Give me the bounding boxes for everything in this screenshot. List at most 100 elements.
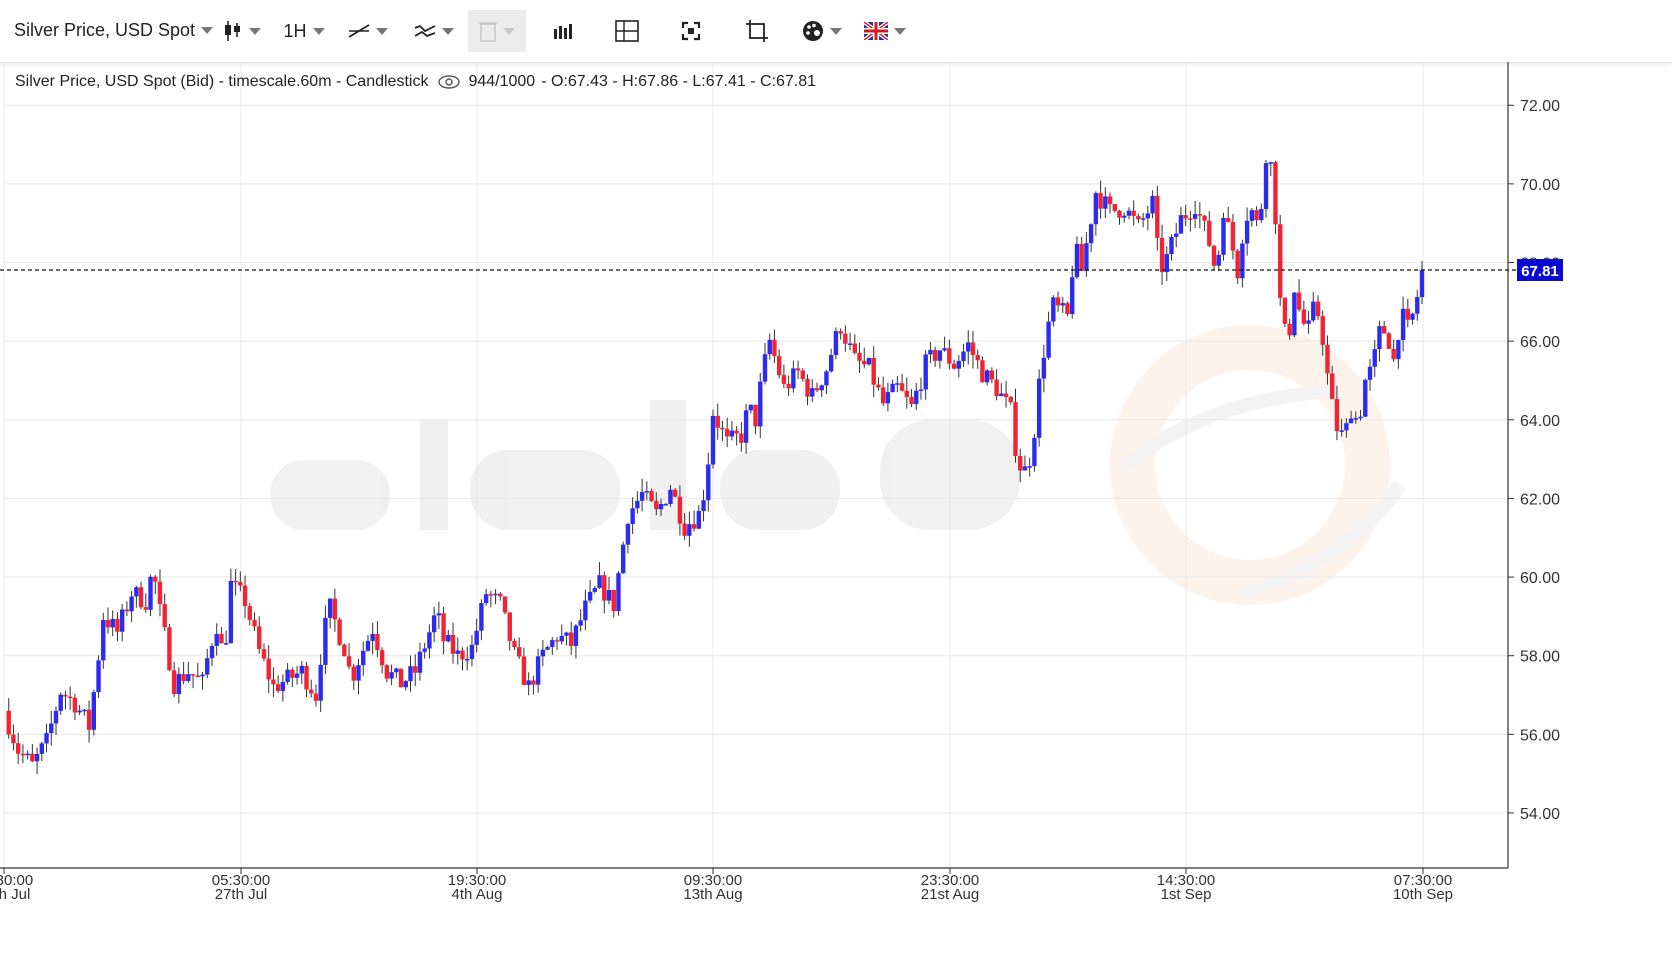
candle-body xyxy=(143,607,148,610)
instrument-selector[interactable]: Silver Price, USD Spot xyxy=(14,20,214,41)
candle-body xyxy=(436,613,442,616)
candle xyxy=(20,744,26,764)
timeframe-selector[interactable]: 1H xyxy=(282,10,326,52)
candle xyxy=(318,654,323,713)
candle-body xyxy=(479,603,484,631)
candle xyxy=(469,635,475,667)
candle xyxy=(880,376,886,406)
candle-body xyxy=(1093,193,1099,225)
candle-body xyxy=(885,392,891,404)
candle-body xyxy=(115,619,120,632)
candle xyxy=(970,330,976,369)
candle xyxy=(460,647,465,671)
candle-body xyxy=(11,734,16,744)
candle-body xyxy=(710,415,716,465)
candle xyxy=(772,329,777,364)
candle-body xyxy=(701,500,706,512)
watermark-logo xyxy=(270,325,1406,605)
candle-body xyxy=(195,675,200,678)
candle xyxy=(1273,160,1278,235)
candle xyxy=(257,616,262,654)
candle-body xyxy=(923,354,928,390)
candle xyxy=(1211,244,1217,270)
candle-body xyxy=(1292,292,1297,336)
candle xyxy=(573,624,579,659)
language-button[interactable] xyxy=(862,10,908,52)
candle-body xyxy=(512,640,517,648)
candle-body xyxy=(361,650,366,666)
line-tool-icon xyxy=(348,24,370,38)
candle-body xyxy=(776,356,782,376)
candle xyxy=(616,571,621,616)
candle xyxy=(876,377,881,391)
candle-body xyxy=(294,673,300,678)
candle-body xyxy=(271,679,276,685)
candle-body xyxy=(483,594,489,604)
candle-body xyxy=(545,647,550,650)
candle-body xyxy=(502,596,508,613)
candle xyxy=(1377,320,1382,362)
candle xyxy=(290,667,295,687)
candle xyxy=(195,662,200,678)
price-chart[interactable]: 72.0070.0068.0066.0064.0062.0060.0058.00… xyxy=(0,62,1672,957)
candle-body xyxy=(573,625,579,646)
candle-body xyxy=(332,598,338,620)
candle xyxy=(1003,380,1009,408)
candle xyxy=(947,339,952,370)
candle xyxy=(1415,289,1420,321)
candle xyxy=(866,357,872,366)
candle-body xyxy=(356,665,361,681)
theme-button[interactable] xyxy=(800,10,844,52)
candle-body xyxy=(96,660,101,693)
chart-type-button[interactable] xyxy=(220,10,264,52)
delete-drawings-button[interactable] xyxy=(468,10,526,52)
candle-body xyxy=(228,580,234,644)
candle-body xyxy=(1018,455,1023,471)
candle-body xyxy=(285,669,290,682)
candle xyxy=(795,360,801,380)
candle xyxy=(810,379,815,402)
bar-volume-icon xyxy=(554,24,572,39)
candle xyxy=(791,360,796,393)
candle xyxy=(1381,320,1387,334)
candle-body xyxy=(124,609,130,612)
candle xyxy=(431,606,437,643)
candle-body xyxy=(1131,210,1136,216)
candle-body xyxy=(1183,215,1188,219)
candle-body xyxy=(758,381,763,427)
candle-body xyxy=(540,649,546,657)
y-tick-label: 56.00 xyxy=(1520,727,1560,744)
candle-body xyxy=(531,680,536,685)
candle-body xyxy=(535,656,541,685)
candle-body xyxy=(639,492,645,501)
candle xyxy=(294,665,300,685)
candle-body xyxy=(238,581,243,586)
candle xyxy=(1188,210,1193,232)
drawing-tools-button[interactable] xyxy=(346,10,390,52)
candle xyxy=(1282,297,1288,328)
crosshair-button[interactable] xyxy=(612,10,642,52)
candle-body xyxy=(786,383,791,389)
candle-body xyxy=(6,710,11,735)
candle-body xyxy=(672,489,678,497)
candle xyxy=(214,623,219,656)
candle-body xyxy=(1060,303,1065,306)
volume-button[interactable] xyxy=(548,10,578,52)
candle-body xyxy=(1386,333,1392,349)
candle xyxy=(687,511,692,547)
snapshot-button[interactable] xyxy=(742,10,772,52)
candle xyxy=(630,497,635,535)
candle xyxy=(1122,212,1127,223)
candle-body xyxy=(1174,233,1179,237)
eye-icon[interactable] xyxy=(438,75,461,89)
candle xyxy=(1278,214,1283,306)
y-tick-label: 54.00 xyxy=(1520,806,1560,823)
candle xyxy=(691,510,697,532)
candle xyxy=(521,647,527,686)
candle-body xyxy=(1216,254,1221,266)
y-tick-label: 72.00 xyxy=(1520,98,1560,115)
candle-body xyxy=(781,375,787,384)
indicators-button[interactable] xyxy=(412,10,456,52)
fullscreen-button[interactable] xyxy=(676,10,706,52)
candle-body xyxy=(951,363,957,369)
